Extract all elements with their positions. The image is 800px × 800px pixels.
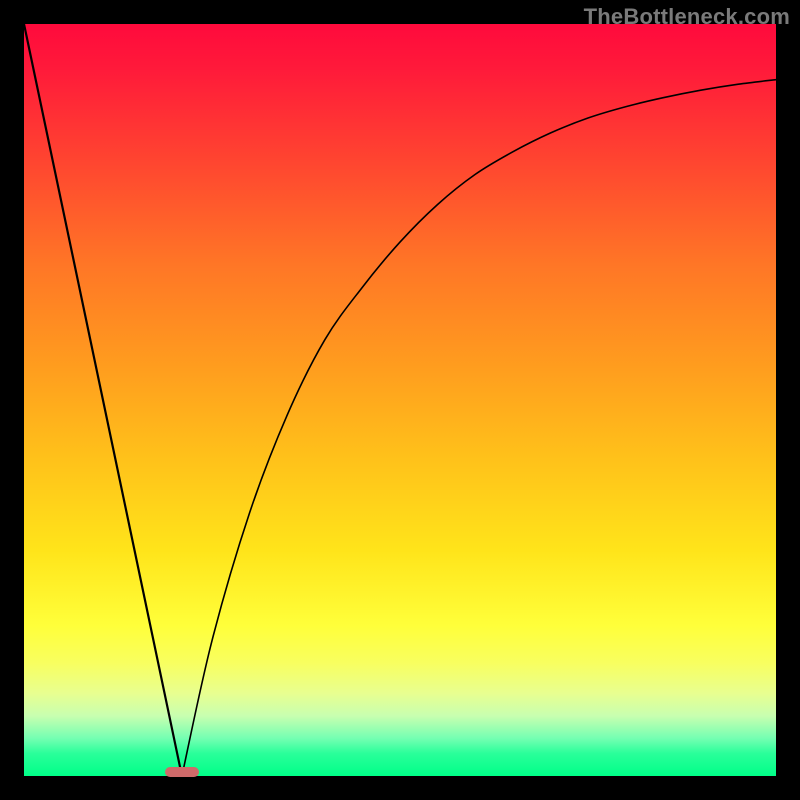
optimum-marker: [165, 767, 199, 778]
curve-right-branch: [182, 80, 776, 776]
chart-plot-area: [24, 24, 776, 776]
attribution-text: TheBottleneck.com: [584, 4, 790, 30]
curve-left-branch: [24, 24, 182, 776]
chart-curves: [24, 24, 776, 776]
